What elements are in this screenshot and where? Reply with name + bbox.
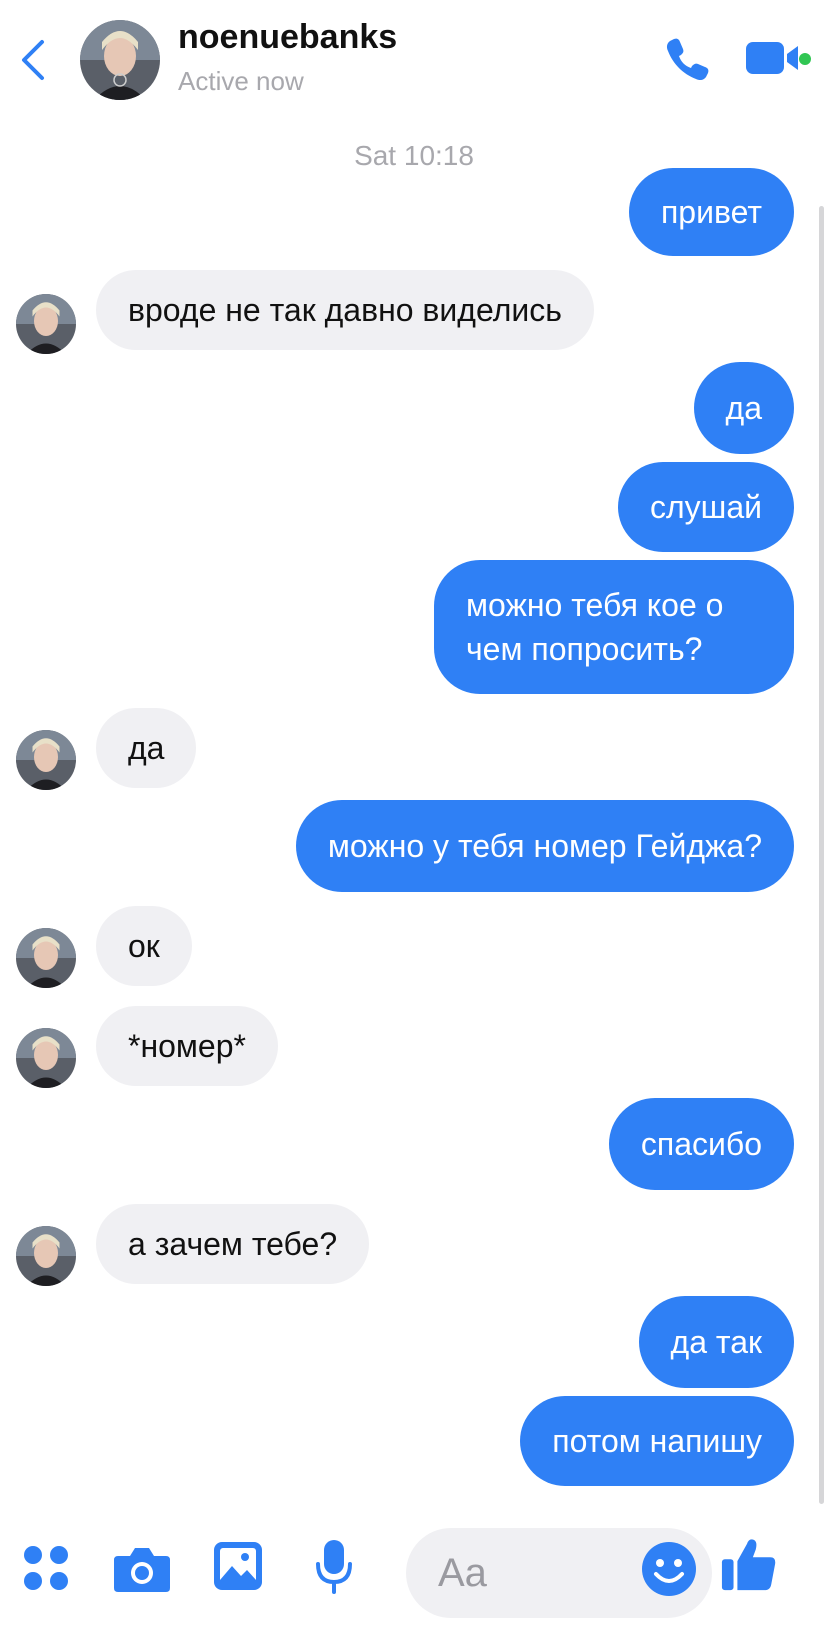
scrollbar[interactable] <box>819 206 824 1504</box>
message-row-outgoing: привет <box>0 168 828 256</box>
sender-avatar[interactable] <box>16 928 76 988</box>
message-bubble[interactable]: *номер* <box>96 1006 278 1086</box>
message-bubble[interactable]: привет <box>628 168 794 256</box>
sender-avatar[interactable] <box>16 1226 76 1286</box>
message-row-outgoing: да <box>0 362 828 454</box>
photo-gallery-icon[interactable] <box>212 1540 264 1592</box>
message-row-incoming: да <box>0 708 828 792</box>
message-row-outgoing: да так <box>0 1296 828 1388</box>
message-row-incoming: вроде не так давно виделись <box>0 270 828 354</box>
message-bubble[interactable]: ок <box>96 906 192 986</box>
message-bubble[interactable]: да так <box>638 1296 794 1388</box>
message-bubble[interactable]: можно тебя кое о чем попросить? <box>434 560 794 694</box>
message-row-outgoing: можно тебя кое о чем попросить? <box>0 560 828 694</box>
thumbs-up-icon[interactable] <box>720 1536 778 1594</box>
message-bubble[interactable]: можно у тебя номер Гейджа? <box>295 800 794 892</box>
message-bubble[interactable]: да <box>96 708 197 788</box>
message-bubble[interactable]: потом напишу <box>520 1396 794 1486</box>
contact-avatar[interactable] <box>80 20 160 100</box>
message-input[interactable] <box>436 1542 620 1604</box>
message-bubble[interactable]: слушай <box>617 462 794 552</box>
message-row-incoming: а зачем тебе? <box>0 1204 828 1288</box>
message-row-outgoing: потом напишу <box>0 1396 828 1486</box>
conversation-header: noenuebanks Active now <box>0 0 828 110</box>
message-bubble[interactable]: да <box>693 362 794 454</box>
message-row-outgoing: спасибо <box>0 1098 828 1190</box>
emoji-icon[interactable] <box>640 1540 698 1598</box>
message-row-outgoing: можно у тебя номер Гейджа? <box>0 800 828 892</box>
message-bubble[interactable]: спасибо <box>608 1098 794 1190</box>
microphone-icon[interactable] <box>314 1538 354 1594</box>
message-row-incoming: *номер* <box>0 1006 828 1090</box>
contact-name[interactable]: noenuebanks <box>178 18 397 57</box>
message-bubble[interactable]: а зачем тебе? <box>96 1204 370 1284</box>
camera-icon[interactable] <box>112 1544 172 1594</box>
sender-avatar[interactable] <box>16 294 76 354</box>
back-chevron-icon[interactable] <box>18 38 48 82</box>
message-bubble[interactable]: вроде не так давно виделись <box>96 270 594 350</box>
active-status: Active now <box>178 66 304 96</box>
apps-grid-icon[interactable] <box>22 1544 70 1592</box>
online-indicator <box>799 53 811 65</box>
phone-icon[interactable] <box>664 34 712 82</box>
message-row-outgoing: слушай <box>0 462 828 552</box>
message-row-incoming: ок <box>0 906 828 990</box>
sender-avatar[interactable] <box>16 730 76 790</box>
sender-avatar[interactable] <box>16 1028 76 1088</box>
